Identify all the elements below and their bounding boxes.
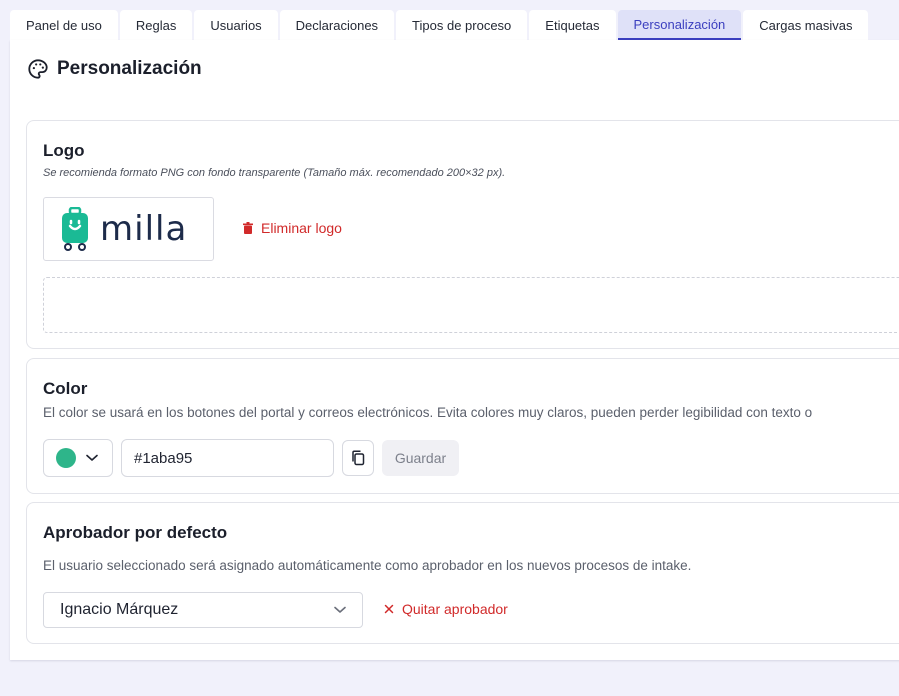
tab-personalizacion[interactable]: Personalización	[617, 10, 742, 40]
logo-card: Logo Se recomienda formato PNG con fondo…	[26, 120, 899, 349]
approver-section-description: El usuario seleccionado será asignado au…	[43, 558, 692, 573]
tab-reglas[interactable]: Reglas	[119, 10, 193, 40]
color-section-description: El color se usará en los botones del por…	[43, 405, 813, 420]
logo-upload-dropzone[interactable]	[43, 277, 899, 333]
tab-panel-de-uso[interactable]: Panel de uso	[10, 10, 118, 40]
approver-section-title: Aprobador por defecto	[43, 523, 228, 542]
tab-etiquetas[interactable]: Etiquetas	[529, 10, 616, 40]
color-picker-dropdown[interactable]	[43, 439, 113, 477]
approver-selected-value: Ignacio Márquez	[60, 601, 179, 618]
copy-icon	[351, 450, 365, 466]
remove-approver-button[interactable]: Quitar aprobador	[384, 601, 508, 617]
trash-icon	[243, 222, 253, 234]
page-title: Personalización	[57, 58, 202, 79]
tab-cargas-masivas[interactable]: Cargas masivas	[743, 10, 869, 40]
suitcase-icon	[60, 207, 90, 251]
logo-section-description: Se recomienda formato PNG con fondo tran…	[43, 167, 506, 179]
page-header: Personalización	[27, 58, 202, 80]
logo-section-title: Logo	[43, 141, 85, 160]
approver-select[interactable]: Ignacio Márquez	[43, 592, 363, 628]
palette-icon	[27, 58, 49, 80]
remove-logo-label: Eliminar logo	[261, 220, 342, 236]
color-swatch	[56, 448, 76, 468]
save-color-button[interactable]: Guardar	[382, 440, 459, 476]
remove-logo-button[interactable]: Eliminar logo	[243, 220, 342, 236]
approver-card: Aprobador por defecto El usuario selecci…	[26, 502, 899, 644]
main-panel: Personalización Logo Se recomienda forma…	[10, 40, 899, 660]
color-section-title: Color	[43, 379, 88, 398]
tab-tipos-de-proceso[interactable]: Tipos de proceso	[396, 10, 528, 40]
close-icon	[384, 604, 394, 614]
tab-declaraciones[interactable]: Declaraciones	[279, 10, 395, 40]
logo-preview: milla	[43, 197, 214, 261]
remove-approver-label: Quitar aprobador	[402, 601, 508, 617]
color-card: Color El color se usará en los botones d…	[26, 358, 899, 494]
chevron-down-icon	[334, 606, 346, 614]
chevron-down-icon	[86, 454, 98, 462]
copy-color-button[interactable]	[342, 440, 374, 476]
tab-bar: Panel de uso Reglas Usuarios Declaracion…	[10, 10, 869, 40]
logo-wordmark: milla	[100, 209, 188, 249]
hex-color-input[interactable]	[121, 439, 334, 477]
tab-usuarios[interactable]: Usuarios	[194, 10, 278, 40]
